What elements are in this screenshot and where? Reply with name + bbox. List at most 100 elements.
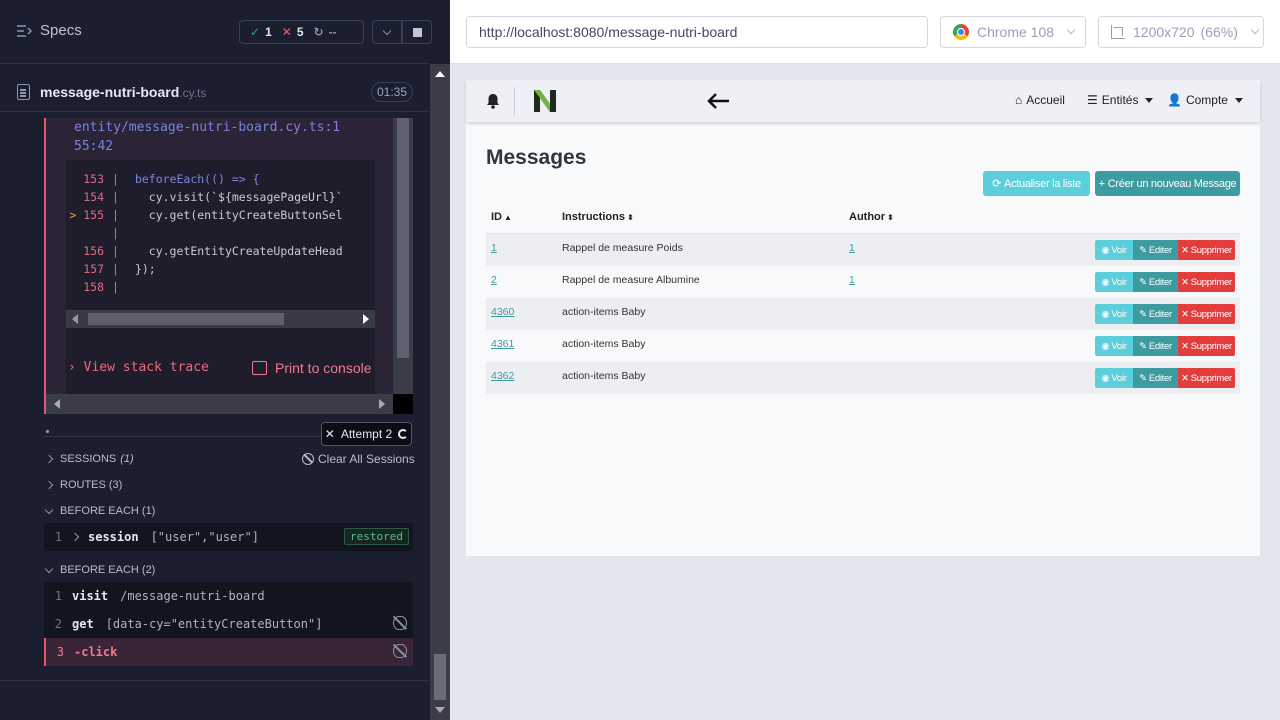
command-session[interactable]: 1 session ["user","user"] restored: [44, 523, 413, 551]
row-actions: ◉ Voir ✎ Editer ✕ Supprimer: [1095, 304, 1235, 324]
run-options-dropdown[interactable]: [372, 20, 402, 44]
command-click[interactable]: 3 -click: [44, 638, 413, 666]
code-horizontal-scrollbar[interactable]: [66, 310, 375, 328]
eye-icon: ◉: [1101, 244, 1110, 256]
chevron-right-icon: ›: [68, 360, 84, 375]
view-label: Voir: [1111, 372, 1127, 384]
edit-button[interactable]: ✎ Editer: [1133, 368, 1178, 388]
navbar-divider: [514, 87, 515, 115]
row-id-link[interactable]: 4361: [491, 338, 514, 350]
column-header-author[interactable]: Author ⬍: [849, 211, 894, 223]
collapse-icon: ✕: [324, 427, 335, 441]
app-logo[interactable]: [532, 88, 558, 114]
pencil-icon: ✎: [1139, 276, 1147, 288]
browser-selector[interactable]: Chrome 108: [940, 16, 1086, 48]
view-button[interactable]: ◉ Voir: [1095, 336, 1133, 356]
code-frame: 153 | beforeEach(() => { 154 | cy.visit(`${…: [66, 160, 375, 420]
row-id-link[interactable]: 4360: [491, 306, 514, 318]
column-header-instructions[interactable]: Instructions ⬍: [562, 211, 634, 223]
view-button[interactable]: ◉ Voir: [1095, 368, 1133, 388]
print-to-console-label: Print to console: [275, 360, 372, 376]
delete-button[interactable]: ✕ Supprimer: [1178, 304, 1235, 324]
chevron-right-icon: [44, 454, 54, 464]
app-under-test: ⌂ Accueil ☰ Entités 👤 Compte Messages ⟳ Actu…: [466, 80, 1260, 556]
nav-account[interactable]: 👤 Compte: [1167, 93, 1243, 107]
sessions-count: (1): [120, 453, 134, 465]
chevron-right-icon: [70, 532, 80, 542]
runner-vertical-scrollbar[interactable]: [430, 64, 450, 720]
eye-slash-icon: [393, 644, 407, 658]
arrow-left-icon[interactable]: [706, 92, 730, 110]
delete-button[interactable]: ✕ Supprimer: [1178, 336, 1235, 356]
edit-button[interactable]: ✎ Editer: [1133, 272, 1178, 292]
eye-icon: ◉: [1101, 340, 1110, 352]
delete-label: Supprimer: [1190, 308, 1232, 320]
line-number: 157: [83, 262, 104, 276]
chevron-down-icon: [1250, 25, 1260, 35]
row-id-link[interactable]: 4362: [491, 370, 514, 382]
pencil-icon: ✎: [1139, 372, 1147, 384]
table-row: 1 Rappel de measure Poids 1 ◉ Voir ✎ Editer ✕ Su…: [486, 234, 1240, 266]
viewport-zoom: (66%): [1200, 24, 1238, 40]
nav-entities[interactable]: ☰ Entités: [1087, 93, 1154, 107]
viewport-selector[interactable]: 1200x720 (66%): [1098, 16, 1264, 48]
view-button[interactable]: ◉ Voir: [1095, 272, 1133, 292]
stop-icon: [412, 27, 422, 37]
row-author-link[interactable]: 1: [849, 274, 855, 286]
code-text: beforeEach(() => {: [134, 172, 260, 186]
before-each-section-1[interactable]: BEFORE EACH (1): [44, 505, 155, 517]
sessions-section[interactable]: SESSIONS (1): [44, 453, 134, 465]
spec-file-name[interactable]: message-nutri-board.cy.ts: [40, 84, 206, 100]
attempt-tag[interactable]: ✕ Attempt 2: [321, 422, 412, 446]
cypress-runner-panel: Specs ✓ 1 ✕ 5 ↻ -- message-nutri-board.cy.t…: [0, 0, 432, 720]
error-block: entity/message-nutri-board.cy.ts:1 55:42…: [44, 118, 393, 420]
column-header-id[interactable]: ID ▲: [491, 211, 512, 223]
delete-button[interactable]: ✕ Supprimer: [1178, 272, 1235, 292]
command-number: 3: [56, 645, 64, 659]
error-vertical-scrollbar[interactable]: [393, 118, 413, 394]
view-stack-trace-link[interactable]: › View stack trace: [68, 360, 209, 375]
error-file-path[interactable]: entity/message-nutri-board.cy.ts:1 55:42: [74, 118, 340, 156]
column-label: Instructions: [562, 211, 625, 223]
print-to-console-button[interactable]: Print to console: [252, 360, 372, 376]
command-get[interactable]: 2 get [data-cy="entityCreateButton"]: [44, 610, 413, 638]
nav-account-label: Compte: [1185, 93, 1228, 107]
refresh-list-button[interactable]: ⟳ Actualiser la liste: [983, 171, 1090, 196]
specs-toggle[interactable]: Specs: [16, 22, 82, 39]
command-visit[interactable]: 1 visit /message-nutri-board: [44, 582, 413, 610]
routes-section[interactable]: ROUTES (3): [44, 479, 122, 491]
pencil-icon: ✎: [1139, 340, 1147, 352]
delete-button[interactable]: ✕ Supprimer: [1178, 368, 1235, 388]
view-button[interactable]: ◉ Voir: [1095, 304, 1133, 324]
times-icon: ✕: [1181, 276, 1189, 288]
bell-icon[interactable]: [486, 93, 500, 109]
code-line: 153 | beforeEach(() => {: [66, 172, 260, 190]
edit-button[interactable]: ✎ Editer: [1133, 304, 1178, 324]
attempt-label: Attempt 2: [340, 427, 393, 441]
run-duration: 01:35: [371, 82, 413, 102]
clear-all-sessions-button[interactable]: Clear All Sessions: [302, 452, 415, 466]
view-button[interactable]: ◉ Voir: [1095, 240, 1133, 260]
view-label: Voir: [1111, 276, 1127, 288]
row-author-link[interactable]: 1: [849, 242, 855, 254]
command-message: [data-cy="entityCreateButton"]: [105, 617, 323, 631]
edit-button[interactable]: ✎ Editer: [1133, 240, 1178, 260]
error-horizontal-scrollbar[interactable]: [46, 394, 393, 414]
edit-button[interactable]: ✎ Editer: [1133, 336, 1178, 356]
code-line: 156 | cy.getEntityCreateUpdateHead: [66, 244, 342, 262]
plus-icon: +: [1098, 177, 1105, 190]
url-field[interactable]: http://localhost:8080/message-nutri-boar…: [466, 16, 928, 48]
create-message-button[interactable]: + Créer un nouveau Message: [1095, 171, 1240, 196]
before-each-section-2[interactable]: BEFORE EACH (2): [44, 564, 155, 576]
row-instructions: action-items Baby: [562, 370, 646, 382]
edit-label: Editer: [1148, 340, 1172, 352]
row-id-link[interactable]: 2: [491, 274, 497, 286]
spinner-icon: [398, 429, 409, 439]
row-id-link[interactable]: 1: [491, 242, 497, 254]
stop-button[interactable]: [402, 20, 432, 44]
code-line: |: [112, 226, 119, 240]
nav-home[interactable]: ⌂ Accueil: [1015, 93, 1065, 107]
delete-label: Supprimer: [1190, 276, 1232, 288]
terminal-icon: [252, 361, 267, 375]
delete-button[interactable]: ✕ Supprimer: [1178, 240, 1235, 260]
